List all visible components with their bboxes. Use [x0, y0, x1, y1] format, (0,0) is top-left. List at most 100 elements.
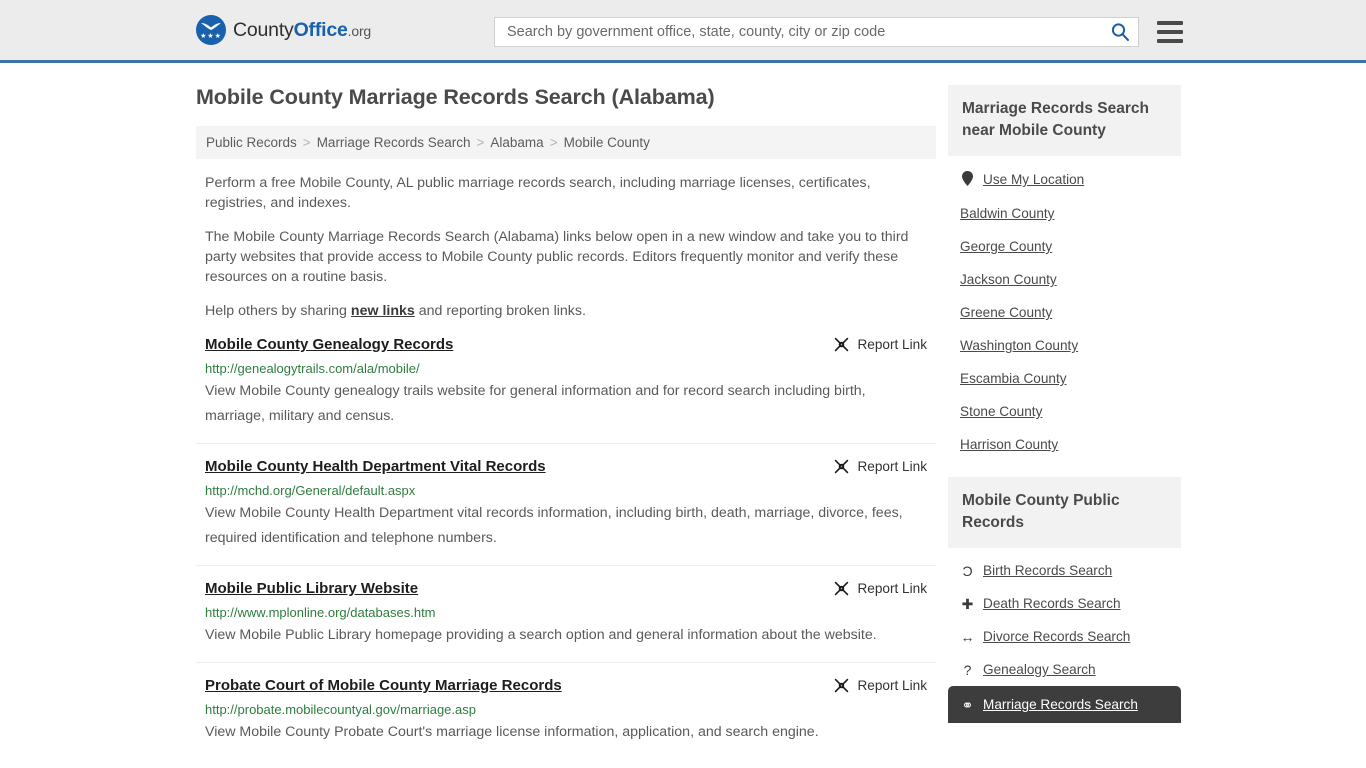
result-description: View Mobile County Health Department vit… [205, 505, 903, 546]
result-item: Mobile County Genealogy Records Report L… [196, 335, 936, 444]
result-url: http://genealogytrails.com/ala/mobile/ [205, 361, 420, 376]
result-title-link[interactable]: Mobile County Health Department Vital Re… [205, 457, 546, 477]
breadcrumb-separator: > [549, 135, 558, 150]
breadcrumb-separator: > [302, 135, 311, 150]
result-description: View Mobile County Probate Court's marri… [205, 724, 819, 740]
report-link-button[interactable]: Report Link [833, 336, 927, 353]
result-header: Mobile County Health Department Vital Re… [205, 457, 927, 477]
search-box[interactable] [494, 17, 1139, 47]
sidebar-record-link[interactable]: Divorce Records Search [983, 629, 1130, 644]
logo-county-text: County [233, 18, 294, 41]
sidebar-nearby-link[interactable]: Stone County [960, 404, 1042, 419]
new-links-link[interactable]: new links [351, 303, 415, 319]
sidebar-nearby-link[interactable]: Use My Location [983, 172, 1084, 187]
sidebar-item-stone-county[interactable]: Stone County [948, 395, 1181, 428]
report-link-label: Report Link [857, 581, 927, 596]
result-description: View Mobile County genealogy trails webs… [205, 383, 866, 424]
sidebar-nearby-list: Use My Location Baldwin County George Co… [948, 156, 1181, 461]
intro-paragraph-2: The Mobile County Marriage Records Searc… [205, 229, 909, 285]
report-link-button[interactable]: Report Link [833, 580, 927, 597]
intro-paragraph-1: Perform a free Mobile County, AL public … [205, 175, 871, 211]
sidebar-item-divorce-records-search[interactable]: ↔ Divorce Records Search [948, 620, 1181, 653]
intro-paragraph-3: Help others by sharing new links and rep… [196, 301, 936, 321]
breadcrumb-item-alabama[interactable]: Alabama [490, 135, 543, 150]
sidebar-nearby-link[interactable]: Washington County [960, 338, 1078, 353]
broken-link-icon [835, 678, 849, 693]
sidebar-item-baldwin-county[interactable]: Baldwin County [948, 197, 1181, 230]
broken-link-icon [835, 581, 849, 596]
breadcrumb-item-marriage-records-search[interactable]: Marriage Records Search [317, 135, 471, 150]
breadcrumb-separator: > [476, 135, 485, 150]
county-office-emblem-icon: ★★★ [196, 15, 226, 45]
sidebar-item-george-county[interactable]: George County [948, 230, 1181, 263]
sidebar-nearby-title: Marriage Records Search near Mobile Coun… [948, 85, 1181, 156]
double-arrow-icon: ↔ [960, 628, 975, 645]
stars-icon: ★★★ [200, 33, 222, 40]
result-url: http://probate.mobilecountyal.gov/marria… [205, 702, 476, 717]
result-title-link[interactable]: Mobile Public Library Website [205, 579, 418, 599]
site-logo[interactable]: ★★★ CountyOffice.org [196, 15, 371, 45]
sidebar-nearby-link[interactable]: George County [960, 239, 1052, 254]
result-description: View Mobile Public Library homepage prov… [205, 627, 877, 643]
sidebar-card-public-records: Mobile County Public Records Ɔ Birth Rec… [948, 477, 1181, 723]
sidebar-item-marriage-records-search[interactable]: ⚭ Marriage Records Search [948, 686, 1181, 723]
search-button[interactable] [1108, 22, 1132, 42]
broken-link-icon [835, 459, 849, 474]
sidebar-nearby-link[interactable]: Harrison County [960, 437, 1058, 452]
hamburger-bar [1157, 30, 1183, 34]
sidebar-item-harrison-county[interactable]: Harrison County [948, 428, 1181, 461]
result-item: Mobile County Health Department Vital Re… [196, 457, 936, 566]
sidebar-record-link[interactable]: Genealogy Search [983, 662, 1096, 677]
sidebar-public-records-list: Ɔ Birth Records Search ✚ Death Records S… [948, 548, 1181, 723]
result-item: Mobile Public Library Website Report Lin… [196, 579, 936, 663]
search-icon [1111, 23, 1129, 41]
logo-office-text: Office [293, 18, 348, 41]
breadcrumb: Public Records > Marriage Records Search… [196, 126, 936, 159]
sidebar-item-escambia-county[interactable]: Escambia County [948, 362, 1181, 395]
sidebar-item-birth-records-search[interactable]: Ɔ Birth Records Search [948, 554, 1181, 587]
result-title-link[interactable]: Probate Court of Mobile County Marriage … [205, 676, 562, 696]
sidebar-item-use-my-location[interactable]: Use My Location [948, 162, 1181, 197]
sidebar-record-link[interactable]: Marriage Records Search [983, 697, 1138, 712]
result-title-link[interactable]: Mobile County Genealogy Records [205, 335, 453, 355]
sidebar-item-death-records-search[interactable]: ✚ Death Records Search [948, 587, 1181, 620]
baby-icon: Ɔ [962, 562, 973, 579]
breadcrumb-item-public-records[interactable]: Public Records [206, 135, 297, 150]
result-header: Probate Court of Mobile County Marriage … [205, 676, 927, 696]
sidebar-item-jackson-county[interactable]: Jackson County [948, 263, 1181, 296]
share-text-before: Help others by sharing [205, 303, 351, 319]
sidebar-record-link[interactable]: Death Records Search [983, 596, 1121, 611]
sidebar-nearby-link[interactable]: Jackson County [960, 272, 1057, 287]
cross-icon: ✚ [961, 595, 974, 612]
eagle-icon [201, 23, 221, 30]
page-body: Mobile County Marriage Records Search (A… [0, 63, 1366, 768]
result-url: http://mchd.org/General/default.aspx [205, 483, 416, 498]
map-pin-icon [960, 171, 975, 188]
report-link-label: Report Link [857, 337, 927, 352]
main-content: Mobile County Marriage Records Search (A… [196, 63, 936, 768]
search-input[interactable] [505, 23, 1108, 41]
sidebar-item-washington-county[interactable]: Washington County [948, 329, 1181, 362]
results-list: Mobile County Genealogy Records Report L… [196, 335, 936, 759]
breadcrumb-item-mobile-county: Mobile County [563, 135, 650, 150]
sidebar-nearby-link[interactable]: Greene County [960, 305, 1052, 320]
logo-tld-text: .org [347, 22, 372, 39]
hamburger-menu-icon[interactable] [1157, 21, 1183, 43]
sidebar-card-nearby: Marriage Records Search near Mobile Coun… [948, 85, 1181, 461]
result-item: Probate Court of Mobile County Marriage … [196, 676, 936, 759]
report-link-button[interactable]: Report Link [833, 677, 927, 694]
sidebar-record-link[interactable]: Birth Records Search [983, 563, 1112, 578]
sidebar-item-genealogy-search[interactable]: ? Genealogy Search [948, 653, 1181, 686]
site-header: ★★★ CountyOffice.org [0, 0, 1366, 63]
report-link-label: Report Link [857, 678, 927, 693]
result-url: http://www.mplonline.org/databases.htm [205, 605, 436, 620]
sidebar-item-greene-county[interactable]: Greene County [948, 296, 1181, 329]
broken-link-icon [835, 337, 849, 352]
share-text-after: and reporting broken links. [414, 303, 586, 319]
sidebar-public-records-title: Mobile County Public Records [948, 477, 1181, 548]
report-link-button[interactable]: Report Link [833, 458, 927, 475]
sidebar-nearby-link[interactable]: Baldwin County [960, 206, 1054, 221]
sidebar: Marriage Records Search near Mobile Coun… [948, 63, 1181, 739]
sidebar-nearby-link[interactable]: Escambia County [960, 371, 1067, 386]
result-header: Mobile County Genealogy Records Report L… [205, 335, 927, 355]
